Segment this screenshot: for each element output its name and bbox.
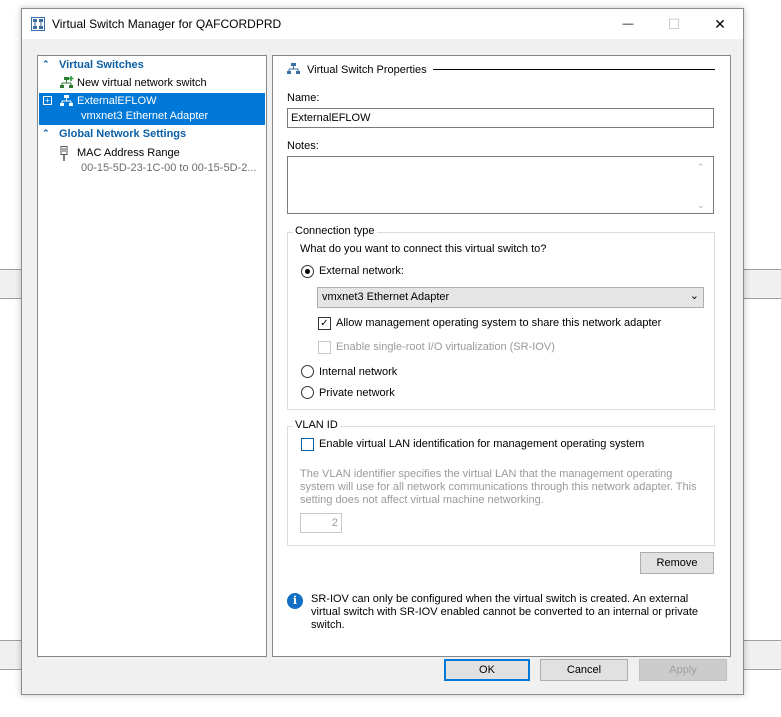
switch-navigation-pane: ⌃ Virtual Switches New virtual network s…	[37, 55, 267, 657]
name-input[interactable]: ExternalEFLOW	[287, 108, 714, 128]
virtual-switches-header[interactable]: ⌃ Virtual Switches	[39, 58, 265, 73]
cancel-button[interactable]: Cancel	[540, 659, 628, 681]
background-window-bar-bottom-left	[0, 640, 22, 670]
allow-management-checkbox[interactable]: ✓	[318, 317, 331, 330]
notes-scroll-down-icon[interactable]: ⌄	[697, 200, 705, 211]
connection-question: What do you want to connect this virtual…	[300, 243, 547, 255]
connection-type-legend: Connection type	[293, 225, 377, 237]
external-network-label: External network:	[319, 265, 404, 277]
remove-button[interactable]: Remove	[640, 552, 714, 574]
mac-range-label: MAC Address Range	[77, 147, 180, 159]
switch-name-label: ExternalEFLOW	[77, 95, 157, 107]
ok-button[interactable]: OK	[444, 659, 530, 681]
title-divider	[433, 69, 715, 70]
window-title: Virtual Switch Manager for QAFCORDPRD	[52, 17, 282, 31]
internal-network-radio[interactable]	[301, 365, 314, 378]
switch-item-externaleflow[interactable]: + ExternalEFLOW vmxnet3 Ethernet Adapter	[39, 93, 265, 125]
minimize-button[interactable]: —	[605, 9, 651, 39]
vlan-enable-checkbox[interactable]	[301, 438, 314, 451]
notes-label: Notes:	[287, 140, 319, 152]
new-virtual-switch-item[interactable]: New virtual network switch	[39, 75, 265, 91]
switch-properties-pane: Virtual Switch Properties Name: External…	[272, 55, 731, 657]
background-window-bar-bottom-right	[743, 640, 781, 670]
vlan-description: The VLAN identifier specifies the virtua…	[300, 468, 697, 506]
private-network-radio[interactable]	[301, 386, 314, 399]
vlan-id-input[interactable]: 2	[300, 513, 342, 533]
notes-scroll-up-icon[interactable]: ⌃	[697, 162, 705, 173]
global-network-settings-label: Global Network Settings	[59, 128, 187, 140]
new-switch-icon	[60, 76, 74, 88]
switch-manager-icon	[31, 17, 45, 31]
private-network-label: Private network	[319, 387, 395, 399]
mac-range-value: 00-15-5D-23-1C-00 to 00-15-5D-2...	[81, 162, 257, 174]
internal-network-label: Internal network	[319, 366, 398, 378]
vlan-enable-label: Enable virtual LAN identification for ma…	[319, 438, 645, 450]
network-cable-icon	[60, 146, 68, 161]
allow-management-label: Allow management operating system to sha…	[336, 317, 662, 329]
background-window-bar-top-left	[0, 269, 22, 299]
mac-address-range-item[interactable]: MAC Address Range 00-15-5D-23-1C-00 to 0…	[39, 145, 265, 177]
close-button[interactable]: ✕	[697, 9, 743, 39]
adapter-select[interactable]: vmxnet3 Ethernet Adapter ⌄	[317, 287, 704, 308]
name-label: Name:	[287, 92, 320, 104]
properties-title: Virtual Switch Properties	[307, 64, 427, 76]
network-switch-icon	[60, 95, 73, 106]
title-bar[interactable]: Virtual Switch Manager for QAFCORDPRD — …	[22, 9, 743, 39]
adapter-select-value: vmxnet3 Ethernet Adapter	[322, 291, 450, 303]
sriov-checkbox[interactable]	[318, 341, 331, 354]
sriov-info-text: SR-IOV can only be configured when the v…	[311, 593, 699, 631]
sriov-label: Enable single-root I/O virtualization (S…	[336, 341, 555, 353]
apply-button[interactable]: Apply	[639, 659, 727, 681]
info-icon: i	[287, 593, 303, 609]
global-network-settings-header[interactable]: ⌃ Global Network Settings	[39, 127, 265, 142]
virtual-switches-header-label: Virtual Switches	[59, 59, 144, 71]
switch-adapter-label: vmxnet3 Ethernet Adapter	[81, 110, 209, 122]
virtual-switch-manager-dialog: Virtual Switch Manager for QAFCORDPRD — …	[21, 8, 744, 695]
notes-textarea[interactable]	[287, 156, 714, 214]
new-switch-label: New virtual network switch	[77, 77, 207, 89]
external-network-radio[interactable]	[301, 265, 314, 278]
vlan-legend: VLAN ID	[293, 419, 340, 431]
switch-properties-icon	[287, 63, 300, 74]
collapse-chevron-icon[interactable]: ⌃	[42, 128, 50, 139]
expand-plus-icon[interactable]: +	[43, 96, 52, 105]
background-window-bar-top-right	[743, 269, 781, 299]
collapse-chevron-icon[interactable]: ⌃	[42, 59, 50, 70]
maximize-button[interactable]: ☐	[651, 9, 697, 39]
chevron-down-icon: ⌄	[689, 290, 699, 302]
